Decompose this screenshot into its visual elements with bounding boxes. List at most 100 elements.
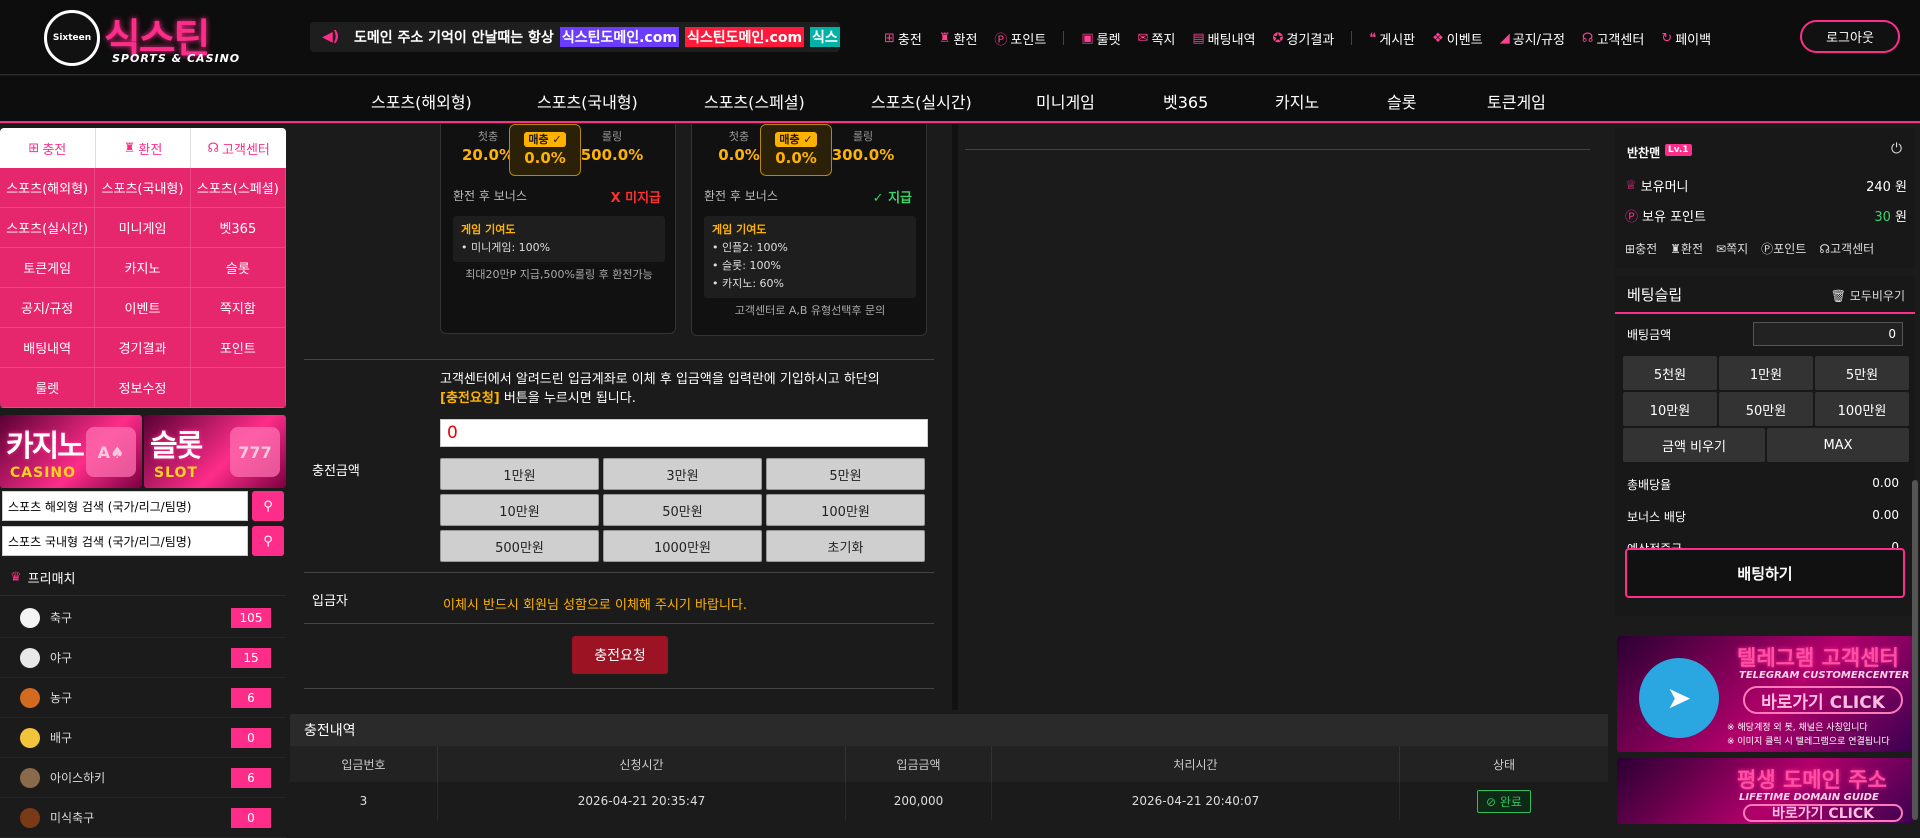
quick-menu-item[interactable]: 토큰게임 — [0, 248, 96, 288]
telegram-banner[interactable]: ➤ 텔레그램 고객센터 TELEGRAM CUSTOMERCENTER 바로가기… — [1617, 636, 1913, 752]
bet-amount-input[interactable] — [1753, 322, 1903, 346]
user-link-message[interactable]: ✉쪽지 — [1716, 240, 1748, 257]
mainnav-sports-domestic[interactable]: 스포츠(국내형) — [537, 89, 638, 113]
basketball-icon — [20, 687, 40, 708]
quick-menu-item[interactable]: 룰렛 — [0, 368, 96, 408]
sport-item[interactable]: 농구 6 — [0, 678, 286, 718]
sport-item[interactable]: 미식축구 0 — [0, 798, 286, 838]
clear-all-button[interactable]: 🗑 모두비우기 — [1831, 287, 1905, 304]
search-domestic-input[interactable] — [2, 526, 248, 556]
quick-menu-item[interactable]: 카지노 — [95, 248, 191, 288]
amount-chip[interactable]: 5만원 — [766, 458, 925, 490]
user-link-point[interactable]: Ⓟ포인트 — [1761, 240, 1806, 257]
quick-menu-item[interactable]: 포인트 — [190, 328, 286, 368]
amount-chip[interactable]: 50만원 — [603, 494, 762, 526]
slot-banner[interactable]: 슬롯 SLOT 777 — [144, 415, 286, 488]
bonus-card[interactable]: 첫충 20.0% 매충 ✓ 0.0% 롤링 500.0% 환전 후 보너스 X 미지급 게임 기… — [440, 124, 676, 334]
logo[interactable]: Sixteen 식스틴 SPORTS & CASINO — [40, 6, 250, 68]
mainnav-slot[interactable]: 슬롯 — [1387, 89, 1416, 113]
bet-chip[interactable]: 5천원 — [1623, 356, 1717, 390]
topnav-deposit[interactable]: ⊞ 충전 — [884, 29, 922, 48]
search-intl-input[interactable] — [2, 491, 248, 521]
topnav-label: 게시판 — [1379, 32, 1416, 48]
topnav-point[interactable]: Ⓟ 포인트 — [994, 29, 1046, 48]
quick-menu-item[interactable]: 경기결과 — [95, 328, 191, 368]
sport-item[interactable]: 야구 15 — [0, 638, 286, 678]
deposit-request-button[interactable]: 충전요청 — [572, 636, 668, 674]
power-icon[interactable]: ⏻ — [1891, 141, 1902, 157]
casino-banner[interactable]: 카지노 CASINO A♠ — [0, 415, 142, 488]
topnav-event[interactable]: ❖ 이벤트 — [1432, 29, 1483, 48]
quick-menu-item[interactable]: 공지/규정 — [0, 288, 96, 328]
notice-link[interactable]: 식스 — [810, 27, 840, 47]
bet-chip[interactable]: 5만원 — [1815, 356, 1909, 390]
deposit-amount-input[interactable] — [440, 419, 928, 447]
quick-menu-item[interactable]: 스포츠(실시간) — [0, 208, 96, 248]
max-button[interactable]: MAX — [1767, 428, 1909, 462]
quick-menu-item[interactable]: 이벤트 — [95, 288, 191, 328]
user-link-deposit[interactable]: ⊞충전 — [1625, 240, 1657, 257]
reset-amount-button[interactable]: 초기화 — [766, 530, 925, 562]
amount-chip[interactable]: 1000만원 — [603, 530, 762, 562]
place-bet-button[interactable]: 배팅하기 — [1625, 548, 1905, 598]
bonus-card[interactable]: 첫충 0.0% 매충 ✓ 0.0% 롤링 300.0% 환전 후 보너스 ✓ 지급 게임 기여도… — [691, 124, 927, 336]
mainnav-sports-intl[interactable]: 스포츠(해외형) — [371, 89, 472, 113]
bonus-status: X 미지급 — [610, 191, 661, 206]
amount-chip[interactable]: 10만원 — [440, 494, 599, 526]
mainnav-sports-special[interactable]: 스포츠(스페셜) — [704, 89, 805, 113]
prematch-header[interactable]: ♛ 프리매치 — [0, 560, 286, 596]
quick-tab-withdraw[interactable]: ♜ 환전 — [96, 128, 192, 168]
bet-chip[interactable]: 50만원 — [1719, 392, 1813, 426]
search-domestic-button[interactable]: ⚲ — [252, 526, 284, 556]
mainnav-minigame[interactable]: 미니게임 — [1036, 89, 1095, 113]
scrollbar[interactable] — [1912, 480, 1918, 820]
notice-link[interactable]: 식스틴도메인.com — [684, 27, 805, 47]
quick-menu-item[interactable]: 스포츠(국내형) — [95, 168, 191, 208]
mainnav-sports-live[interactable]: 스포츠(실시간) — [871, 89, 972, 113]
user-link-withdraw[interactable]: ♜환전 — [1670, 240, 1703, 257]
bet-chip[interactable]: 1만원 — [1719, 356, 1813, 390]
search-icon: ⚲ — [263, 533, 273, 549]
quick-menu-item[interactable]: 배팅내역 — [0, 328, 96, 368]
quick-menu-item[interactable]: 스포츠(스페셜) — [190, 168, 286, 208]
domain-banner[interactable]: 평생 도메인 주소 LIFETIME DOMAIN GUIDE 바로가기 CLI… — [1617, 758, 1913, 824]
sport-item[interactable]: 아이스하키 6 — [0, 758, 286, 798]
quick-tab-deposit[interactable]: ⊞ 충전 — [0, 128, 96, 168]
quick-menu-grid: 스포츠(해외형) 스포츠(국내형) 스포츠(스페셜) 스포츠(실시간) 미니게임 벳365… — [0, 168, 286, 408]
quick-menu-item[interactable]: 정보수정 — [95, 368, 191, 408]
quick-menu-item[interactable]: 미니게임 — [95, 208, 191, 248]
sport-item[interactable]: 배구 0 — [0, 718, 286, 758]
topnav-payback[interactable]: ↻ 페이백 — [1661, 29, 1711, 48]
topnav-support[interactable]: ☊ 고객센터 — [1582, 29, 1644, 48]
quick-menu-item[interactable]: 쪽지함 — [190, 288, 286, 328]
bet-chip[interactable]: 10만원 — [1623, 392, 1717, 426]
search-intl-button[interactable]: ⚲ — [252, 491, 284, 521]
sport-item[interactable]: 축구 105 — [0, 598, 286, 638]
mainnav-bet365[interactable]: 벳365 — [1163, 89, 1208, 113]
mainnav-token-game[interactable]: 토큰게임 — [1487, 89, 1546, 113]
quick-menu-item[interactable]: 벳365 — [190, 208, 286, 248]
amount-chip[interactable]: 500만원 — [440, 530, 599, 562]
empty-amount-button[interactable]: 금액 비우기 — [1623, 428, 1765, 462]
notice-ticker: ◀) 도메인 주소 기억이 안날때는 항상 식스틴도메인.com 식스틴도메인.… — [310, 22, 840, 52]
amount-chip[interactable]: 100만원 — [766, 494, 925, 526]
notice-link[interactable]: 식스틴도메인.com — [559, 27, 679, 47]
mainnav-casino[interactable]: 카지노 — [1275, 89, 1319, 113]
topnav-bet-history[interactable]: ▤ 배팅내역 — [1192, 29, 1255, 48]
topnav-roulette[interactable]: ▣ 룰렛 — [1081, 29, 1120, 48]
amount-chip[interactable]: 3만원 — [603, 458, 762, 490]
quick-menu-item[interactable]: 슬롯 — [190, 248, 286, 288]
topnav-notice[interactable]: ◢ 공지/규정 — [1500, 29, 1565, 48]
amount-chip[interactable]: 1만원 — [440, 458, 599, 490]
topnav-message[interactable]: ✉ 쪽지 — [1138, 29, 1176, 48]
logout-button[interactable]: 로그아웃 — [1800, 20, 1900, 53]
topnav-board[interactable]: ❝ 게시판 — [1369, 29, 1415, 48]
quick-menu-item[interactable]: 스포츠(해외형) — [0, 168, 96, 208]
user-link-support[interactable]: ☊고객센터 — [1819, 240, 1874, 257]
bet-chip[interactable]: 100만원 — [1815, 392, 1909, 426]
quick-tab-support[interactable]: ☊ 고객센터 — [191, 128, 286, 168]
topnav-withdraw[interactable]: ♜ 환전 — [939, 29, 978, 48]
topnav-results[interactable]: ✪ 경기결과 — [1273, 29, 1335, 48]
notice-text: 도메인 주소 기억이 안날때는 항상 — [354, 30, 554, 46]
gift-icon: ❖ — [1432, 30, 1444, 46]
